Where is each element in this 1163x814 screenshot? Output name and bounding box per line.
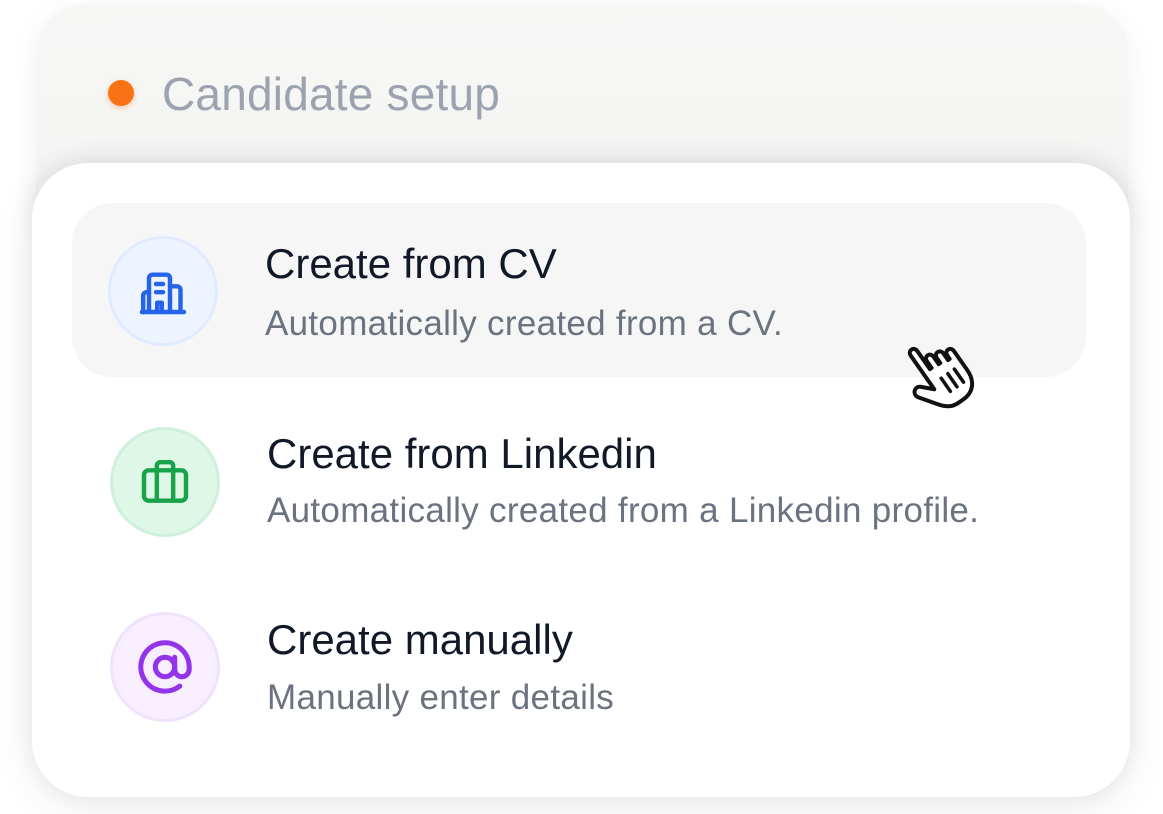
option-subtitle: Automatically created from a Linkedin pr…: [267, 491, 980, 530]
option-subtitle: Manually enter details: [267, 678, 615, 717]
status-dot: [108, 80, 134, 106]
building-icon: [108, 236, 218, 346]
option-create-from-linkedin[interactable]: [72, 395, 1086, 569]
option-create-manually[interactable]: [72, 582, 1086, 756]
at-sign-icon: [110, 612, 220, 722]
option-title: Create from CV: [265, 240, 557, 287]
hand-pointer-icon: [892, 328, 988, 418]
candidate-setup-illustration: Candidate setup Create from CV Automatic…: [0, 0, 1163, 814]
option-title: Create from Linkedin: [267, 430, 657, 477]
option-subtitle: Automatically created from a CV.: [265, 304, 783, 343]
briefcase-icon: [110, 427, 220, 537]
header-title: Candidate setup: [162, 68, 501, 120]
option-title: Create manually: [267, 616, 573, 663]
